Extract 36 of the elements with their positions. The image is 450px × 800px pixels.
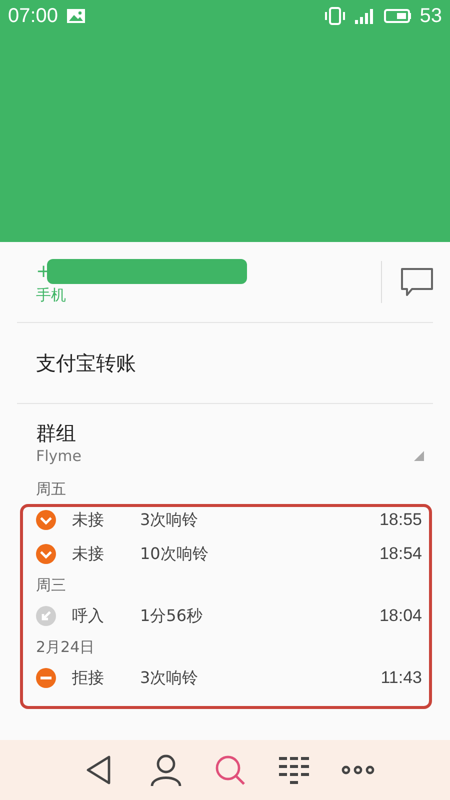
clock-time: 07:00 [8,4,58,28]
call-detail: 3次响铃 [140,668,200,688]
group-label: 群组 [36,420,77,447]
call-entry[interactable]: 拒接 3次响铃 11:43 [36,661,422,695]
call-detail: 3次响铃 [140,510,200,530]
message-icon[interactable] [400,267,434,297]
search-icon[interactable] [213,753,247,787]
signal-icon [354,8,376,24]
call-type: 呼入 [72,606,105,626]
date-header: 周三 [36,575,67,596]
call-time: 18:04 [379,606,422,626]
call-type: 未接 [72,544,105,564]
image-icon [66,8,86,24]
phone-type-label: 手机 [36,286,67,304]
missed-call-icon [36,510,56,530]
group-value: Flyme [36,447,83,465]
person-icon[interactable] [149,753,183,787]
rejected-call-icon [36,668,56,688]
call-entry[interactable]: 呼入 1分56秒 18:04 [36,599,422,633]
missed-call-icon [36,544,56,564]
call-entry[interactable]: 未接 10次响铃 18:54 [36,537,422,571]
call-time: 18:55 [379,510,422,530]
date-header: 周五 [36,479,67,500]
call-entry[interactable]: 未接 3次响铃 18:55 [36,503,422,537]
vibrate-icon [324,6,346,26]
call-type: 未接 [72,510,105,530]
date-header: 2月24日 [36,637,96,658]
battery-icon [384,8,412,24]
incoming-call-icon [36,606,56,626]
action-item[interactable]: 支付宝转账 [36,350,136,376]
call-detail: 1分56秒 [140,606,204,626]
call-time: 18:54 [379,544,422,564]
battery-percent: 53 [420,4,442,28]
call-type: 拒接 [72,668,105,688]
call-time: 11:43 [380,668,422,688]
call-detail: 10次响铃 [140,544,210,564]
